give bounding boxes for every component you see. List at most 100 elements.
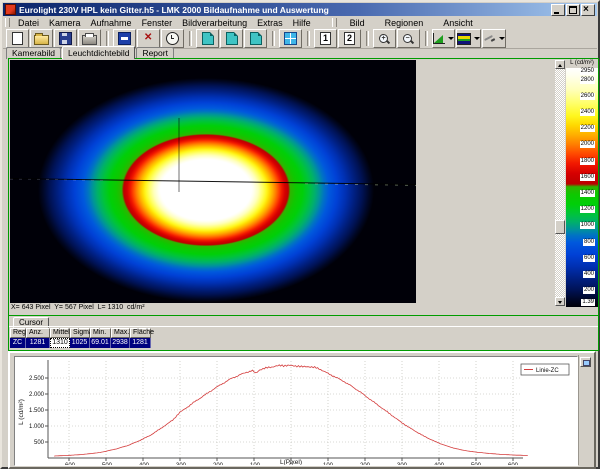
open-file-icon — [34, 35, 49, 45]
palette-tool-button[interactable] — [456, 29, 481, 48]
table-cell[interactable]: 1310 — [50, 338, 70, 348]
toolbar-separator — [189, 31, 192, 46]
menubar-grip-2 — [332, 18, 337, 27]
menu-item-hilfe[interactable]: Hilfe — [288, 17, 316, 29]
svg-text:500: 500 — [471, 463, 482, 465]
maximize-button[interactable] — [566, 4, 580, 16]
table-cell[interactable]: 2938 — [111, 338, 130, 348]
toolbar-separator — [106, 31, 109, 46]
menu-item-extras[interactable]: Extras — [252, 17, 288, 29]
minimize-icon — [554, 12, 559, 14]
svg-text:-500: -500 — [100, 463, 113, 465]
table-row[interactable]: ZC12811310102569.0129381281 — [10, 338, 151, 348]
falsecolor-view-icon — [284, 32, 297, 45]
column-header-anz-[interactable]: Anz. — [26, 328, 50, 338]
arrow-down-icon — [558, 301, 562, 304]
statistics-table: Reg.Anz.MittelSigmaMin.Max.FlächeZC12811… — [10, 328, 151, 348]
colorbar-label-800: 800 — [583, 239, 595, 246]
svg-text:-400: -400 — [137, 463, 150, 465]
menubar-grip — [5, 18, 10, 27]
colorbar-label-200: 200 — [583, 287, 595, 294]
falsecolor-view-button[interactable] — [279, 29, 302, 48]
zoom-in-icon — [378, 33, 391, 45]
colorbar-label-1400: 1400 — [580, 190, 595, 197]
view-1-button[interactable]: 1 — [314, 29, 337, 48]
abort-capture-button[interactable] — [137, 29, 160, 48]
toolbar-separator — [425, 31, 428, 46]
image-vertical-scrollbar[interactable] — [555, 60, 565, 306]
dropdown-arrow-icon — [448, 37, 454, 40]
colorbar-label-2200: 2200 — [580, 125, 595, 132]
svg-text:-600: -600 — [63, 463, 76, 465]
copy-image-1-icon — [202, 32, 214, 45]
table-cell[interactable]: 1025 — [70, 338, 90, 348]
view-2-button[interactable]: 2 — [338, 29, 361, 48]
scroll-up-button[interactable] — [555, 60, 565, 69]
menu-item-aufnahme[interactable]: Aufnahme — [86, 17, 137, 29]
table-cell[interactable]: 1281 — [26, 338, 50, 348]
column-header-sigma[interactable]: Sigma — [70, 328, 90, 338]
cursor-position-status: X= 643 Pixel Y= 567 Pixel L= 1310 cd/m² — [11, 304, 145, 311]
svg-text:Linie-ZC: Linie-ZC — [536, 368, 559, 374]
capture-timer-icon — [166, 32, 179, 45]
copy-image-1-button[interactable] — [196, 29, 219, 48]
colorbar-gradient: 2950280026002400220020001800160014001200… — [566, 68, 598, 307]
menu-item-bild[interactable]: Bild — [340, 17, 375, 29]
svg-text:-100: -100 — [248, 463, 261, 465]
table-cell[interactable]: 1281 — [130, 338, 151, 348]
copy-image-3-button[interactable] — [244, 29, 267, 48]
colorbar-label-400: 400 — [583, 271, 595, 278]
svg-text:-200: -200 — [211, 463, 224, 465]
svg-text:-300: -300 — [174, 463, 187, 465]
app-window: Eurolight 230V HPL kein Gitter.h5 - LMK … — [0, 0, 600, 469]
region-tool-button[interactable] — [482, 29, 506, 48]
copy-image-2-button[interactable] — [220, 29, 243, 48]
menu-item-kamera[interactable]: Kamera — [44, 17, 86, 29]
diagram-tool-icon — [433, 33, 445, 44]
colorbar-label-1200: 1200 — [580, 206, 595, 213]
colorbar-label-2000: 2000 — [580, 141, 595, 148]
menu-item-bildverarbeitung[interactable]: Bildverarbeitung — [177, 17, 252, 29]
copy-image-3-icon — [250, 32, 262, 45]
open-file-button[interactable] — [30, 29, 53, 48]
menu-item-datei[interactable]: Datei — [13, 17, 44, 29]
copy-image-2-icon — [226, 32, 238, 45]
close-button[interactable] — [581, 4, 595, 16]
capture-timer-button[interactable] — [161, 29, 184, 48]
tab-leuchtdichtebild[interactable]: Leuchtdichtebild — [62, 46, 135, 59]
zoom-in-button[interactable] — [373, 29, 396, 48]
column-header-max-[interactable]: Max. — [111, 328, 130, 338]
table-cell[interactable]: ZC — [10, 338, 26, 348]
colorbar-label-2800: 2800 — [580, 77, 595, 84]
luminance-image-panel: L (cd/m²) 295028002600240022002000180016… — [8, 58, 599, 316]
diagram-tool-button[interactable] — [432, 29, 455, 48]
colorbar-label-1600: 1600 — [580, 174, 595, 181]
minimize-button[interactable] — [551, 4, 565, 16]
zoom-out-icon — [402, 33, 415, 45]
menu-item-fenster[interactable]: Fenster — [137, 17, 178, 29]
cursor-analysis-panel: Cursor Reg.Anz.MittelSigmaMin.Max.Fläche… — [8, 315, 599, 351]
zoom-out-button[interactable] — [397, 29, 420, 48]
svg-text:200: 200 — [360, 463, 371, 465]
luminance-colorbar: L (cd/m²) 295028002600240022002000180016… — [566, 60, 598, 308]
profile-chart: -600-500-400-300-200-1000100200300400500… — [14, 356, 578, 466]
line-cursor[interactable] — [10, 178, 416, 185]
table-cell[interactable]: 69.01 — [90, 338, 111, 348]
column-header-reg-[interactable]: Reg. — [10, 328, 26, 338]
svg-text:1.000: 1.000 — [29, 424, 45, 430]
menu-item-regionen[interactable]: Regionen — [375, 17, 434, 29]
toolbar-separator — [366, 31, 369, 46]
menu-item-ansicht[interactable]: Ansicht — [433, 17, 483, 29]
title-bar: Eurolight 230V HPL kein Gitter.h5 - LMK … — [3, 3, 597, 16]
column-header-min-[interactable]: Min. — [90, 328, 111, 338]
svg-text:1.500: 1.500 — [29, 408, 45, 414]
new-document-button[interactable] — [6, 29, 29, 48]
svg-text:600: 600 — [508, 463, 519, 465]
column-header-mittel[interactable]: Mittel — [50, 328, 70, 338]
palette-tool-icon — [457, 33, 471, 45]
luminance-false-color-image[interactable] — [10, 60, 416, 303]
scrollbar-thumb[interactable] — [555, 220, 565, 234]
column-header-fl-che[interactable]: Fläche — [130, 328, 151, 338]
scroll-down-button[interactable] — [555, 297, 565, 306]
chart-options-button[interactable] — [580, 357, 591, 367]
